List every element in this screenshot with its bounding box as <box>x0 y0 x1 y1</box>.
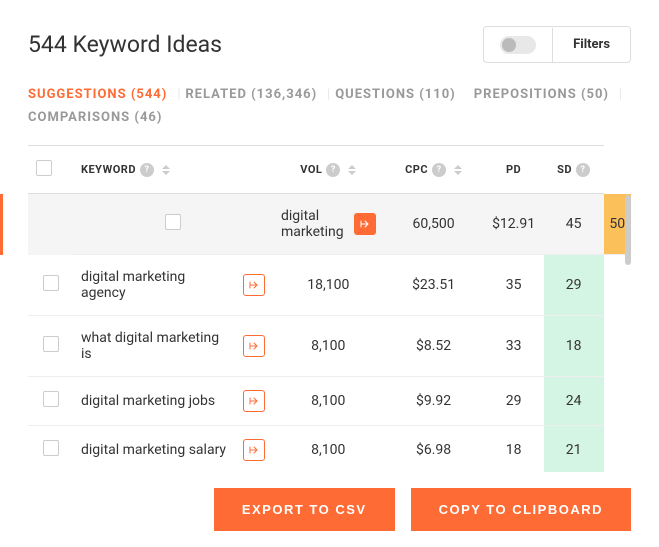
table-row: digital marketing agency 18,100$23.513529 <box>28 255 631 316</box>
col-sd: SD <box>557 163 572 176</box>
cpc-cell: $6.98 <box>384 426 484 475</box>
pd-cell: 35 <box>484 255 544 316</box>
row-checkbox[interactable] <box>43 391 59 407</box>
vol-cell: 60,500 <box>384 194 484 255</box>
row-checkbox[interactable] <box>43 275 59 291</box>
keyword-text: digital marketing <box>281 208 344 240</box>
export-csv-button[interactable]: EXPORT TO CSV <box>214 488 395 531</box>
row-checkbox[interactable] <box>43 440 59 456</box>
expand-icon[interactable] <box>354 213 376 235</box>
footer: EXPORT TO CSV COPY TO CLIPBOARD <box>0 472 659 547</box>
pd-cell: 18 <box>484 426 544 475</box>
keyword-text: digital marketing salary <box>81 442 226 458</box>
table-row: digital marketing jobs 8,100$9.922924 <box>28 377 631 426</box>
filters-button[interactable]: Filters <box>553 27 630 62</box>
tabs-container: SUGGESTIONS (544)|RELATED (136,346)|QUES… <box>28 83 631 129</box>
view-toggle[interactable] <box>500 36 536 54</box>
sd-badge: 21 <box>544 426 604 474</box>
scrollbar[interactable] <box>625 195 631 265</box>
expand-icon[interactable] <box>243 390 265 412</box>
help-icon[interactable]: ? <box>576 163 590 177</box>
tab-3[interactable]: PREPOSITIONS (50)| <box>474 83 627 106</box>
sort-icon[interactable] <box>454 165 462 175</box>
help-icon[interactable]: ? <box>432 163 446 177</box>
cpc-cell: $23.51 <box>384 255 484 316</box>
tab-0[interactable]: SUGGESTIONS (544)| <box>28 83 185 106</box>
cpc-cell: $9.92 <box>384 377 484 426</box>
cpc-cell: $12.91 <box>484 194 544 255</box>
row-checkbox[interactable] <box>43 336 59 352</box>
col-keyword: KEYWORD <box>81 163 136 176</box>
help-icon[interactable]: ? <box>326 163 340 177</box>
sd-badge: 18 <box>544 316 604 376</box>
sort-icon[interactable] <box>348 165 356 175</box>
tab-1[interactable]: RELATED (136,346)| <box>185 83 335 106</box>
sd-badge: 24 <box>544 377 604 425</box>
pd-cell: 29 <box>484 377 544 426</box>
expand-icon[interactable] <box>243 335 265 357</box>
keyword-text: digital marketing jobs <box>81 393 215 409</box>
sort-icon[interactable] <box>162 165 170 175</box>
table-row: what digital marketing is 8,100$8.523318 <box>28 316 631 377</box>
select-all-checkbox[interactable] <box>36 160 52 176</box>
col-pd: PD <box>506 163 521 176</box>
keyword-text: digital marketing agency <box>81 269 185 301</box>
vol-cell: 8,100 <box>273 316 384 377</box>
expand-icon[interactable] <box>243 274 265 296</box>
pd-cell: 33 <box>484 316 544 377</box>
header-controls: Filters <box>483 26 631 63</box>
vol-cell: 8,100 <box>273 377 384 426</box>
table-row: digital marketing salary 8,100$6.981821 <box>28 426 631 475</box>
sd-badge: 29 <box>544 255 604 315</box>
table-row: digital marketing60,500$12.914550 <box>28 194 631 255</box>
vol-cell: 8,100 <box>273 426 384 475</box>
page-title: 544 Keyword Ideas <box>28 31 222 58</box>
help-icon[interactable]: ? <box>140 163 154 177</box>
cpc-cell: $8.52 <box>384 316 484 377</box>
pd-cell: 45 <box>544 194 604 255</box>
vol-cell: 18,100 <box>273 255 384 316</box>
expand-icon[interactable] <box>243 439 265 461</box>
keyword-text: what digital marketing is <box>81 330 219 362</box>
tab-2[interactable]: QUESTIONS (110) <box>335 83 474 106</box>
col-cpc: CPC <box>405 163 428 176</box>
tab-4[interactable]: COMPARISONS (46) <box>28 106 180 129</box>
row-checkbox[interactable] <box>165 214 181 230</box>
copy-clipboard-button[interactable]: COPY TO CLIPBOARD <box>411 488 631 531</box>
col-vol: VOL <box>300 163 322 176</box>
